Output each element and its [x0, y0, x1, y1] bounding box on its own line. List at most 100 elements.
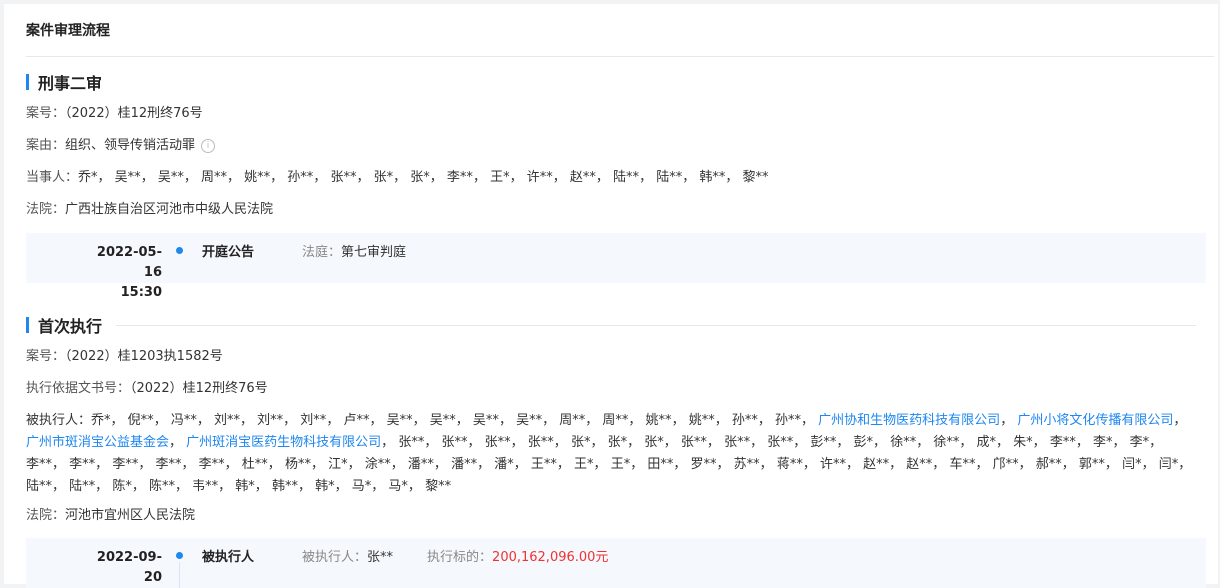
party-name: 杨** [284, 457, 311, 472]
party-name: 马* [388, 479, 408, 494]
execution-basis-label: 执行依据文书号： [26, 381, 131, 396]
party-name: 李** [155, 457, 182, 472]
parties-row: 当事人：乔*， 吴**， 吴**， 周**， 姚**， 孙**， 张**， 张*… [26, 167, 769, 189]
party-name: 王* [490, 170, 510, 185]
party-name: 闫* [1122, 457, 1142, 472]
execution-amount: 200,162,096.00元 [492, 550, 609, 565]
party-name: 张** [484, 435, 511, 450]
party-name: 王* [610, 457, 631, 472]
party-name: 孙** [731, 413, 758, 428]
party-name: 王** [530, 457, 557, 472]
party-name: 乔* [91, 413, 111, 428]
timeline-type: 被执行人 [202, 550, 255, 565]
party-name: 苏** [733, 457, 760, 472]
party-name: 潘* [494, 457, 514, 472]
party-name: 孙** [287, 170, 314, 185]
party-name: 张** [680, 435, 707, 450]
case-number-label: 案号： [26, 106, 66, 121]
party-name: 黎** [425, 479, 452, 494]
party-name: 李** [1049, 435, 1076, 450]
timeline-line [179, 562, 180, 588]
party-name: 黎** [742, 170, 769, 185]
party-name: 张* [570, 435, 591, 450]
party-name: 李* [1129, 435, 1150, 450]
party-name: 赵** [863, 457, 890, 472]
party-name: 彭** [810, 435, 837, 450]
timeline-dot [176, 247, 183, 254]
party-name: 田** [647, 457, 674, 472]
party-name: 蒋** [776, 457, 803, 472]
party-name: 周** [559, 413, 586, 428]
party-name: 李** [198, 457, 225, 472]
section-title: 刑事二审 [38, 74, 103, 93]
party-name: 韩** [699, 170, 726, 185]
executed-persons-row: 被执行人：乔*， 倪**， 冯**， 刘**， 刘**， 刘**， 卢**， 吴… [26, 410, 1204, 498]
party-name: 郝** [1035, 457, 1062, 472]
party-name: 倪** [127, 413, 154, 428]
case-cause-row: 案由：组织、领导传销活动罪 i [26, 135, 216, 157]
party-name: 李* [1092, 435, 1113, 450]
party-name: 陆** [656, 170, 683, 185]
timeline-date: 2022-05-16 15:30 [96, 245, 162, 300]
case-number-label: 案号： [26, 349, 66, 364]
party-name: 朱* [1013, 435, 1033, 450]
party-name: 车** [949, 457, 976, 472]
party-name: 吴** [386, 413, 413, 428]
panel-title: 案件审理流程 [26, 23, 110, 39]
party-name: 马* [351, 479, 372, 494]
party-name: 江* [328, 457, 348, 472]
party-name: 刘** [300, 413, 327, 428]
timeline-date: 2022-09-20 [96, 550, 162, 585]
timeline-detail: 法庭：第七审判庭 [302, 245, 407, 260]
party-name: 姚** [688, 413, 715, 428]
party-name: 闫* [1158, 457, 1179, 472]
party-name: 徐** [933, 435, 960, 450]
section-divider [116, 324, 1196, 326]
title-divider [26, 56, 1214, 57]
party-name: 罗** [690, 457, 717, 472]
party-name: 许** [526, 170, 553, 185]
party-name: 王* [574, 457, 594, 472]
party-name: 陆** [613, 170, 640, 185]
party-name: 冯** [170, 413, 197, 428]
party-name: 赵** [569, 170, 596, 185]
case-number-value: （2022）桂1203执1582号 [65, 349, 223, 364]
party-name: 姚** [244, 170, 271, 185]
party-name: 周** [200, 170, 227, 185]
party-name: 许** [819, 457, 846, 472]
party-name: 周** [602, 413, 629, 428]
company-link[interactable]: 广州协和生物医药科技有限公司 [818, 413, 1000, 428]
timeline-detail: 被执行人：张** 执行标的：200,162,096.00元 [302, 550, 609, 565]
court-row: 法院：河池市宜州区人民法院 [26, 505, 195, 527]
party-name: 李** [26, 457, 53, 472]
party-name: 吴** [429, 413, 456, 428]
court-value: 广西壮族自治区河池市中级人民法院 [65, 202, 274, 217]
executed-persons-list: 乔*， 倪**， 冯**， 刘**， 刘**， 刘**， 卢**， 吴**， 吴… [26, 413, 1192, 494]
company-link[interactable]: 广州斑消宝医药生物科技有限公司 [186, 435, 381, 450]
court-value: 河池市宜州区人民法院 [65, 508, 196, 523]
section-marker [26, 74, 29, 90]
court-label: 法院： [26, 202, 66, 217]
timeline-entry: 2022-09-20 被执行人 被执行人：张** 执行标的：200,162,096… [26, 538, 1206, 588]
info-icon[interactable]: i [201, 138, 216, 153]
case-cause-value: 组织、领导传销活动罪 [65, 138, 196, 153]
court-row: 法院：广西壮族自治区河池市中级人民法院 [26, 199, 273, 221]
party-name: 陆** [26, 479, 53, 494]
party-name: 张** [767, 435, 794, 450]
party-name: 张** [441, 435, 468, 450]
party-name: 韩* [235, 479, 255, 494]
party-name: 李** [446, 170, 473, 185]
party-name: 卢** [343, 413, 370, 428]
party-name: 陆** [69, 479, 96, 494]
parties-list: 乔*， 吴**， 吴**， 周**， 姚**， 孙**， 张**， 张*， 张*… [78, 170, 769, 185]
party-name: 彭* [853, 435, 874, 450]
party-name: 郭** [1078, 457, 1105, 472]
party-name: 吴** [157, 170, 184, 185]
section-marker [26, 317, 29, 333]
company-link[interactable]: 广州小将文化传播有限公司 [1017, 413, 1173, 428]
company-link[interactable]: 广州市斑消宝公益基金会 [26, 435, 169, 450]
party-name: 李** [112, 457, 139, 472]
party-name: 涂** [364, 457, 391, 472]
executed-persons-label: 被执行人： [26, 413, 92, 428]
party-name: 成* [976, 435, 997, 450]
